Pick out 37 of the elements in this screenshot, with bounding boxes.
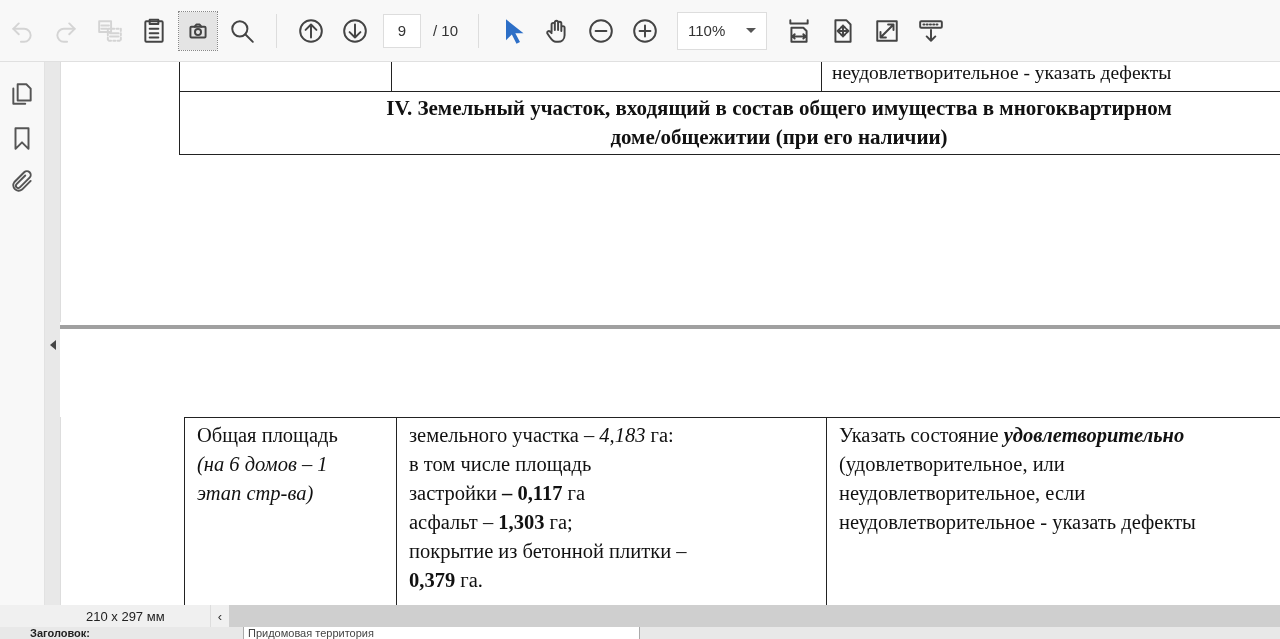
expand-icon [874,17,901,44]
table-cell-text: неудовлетворительное - указать дефекты [832,62,1172,83]
scroll-left-button[interactable]: ‹ [210,605,229,627]
search-icon [229,17,255,44]
zoom-dropdown[interactable]: 110% [677,11,768,50]
section-heading: IV. Земельный участок, входящий в состав общего имущества в многоквартирном [385,95,1173,122]
table-cell-text: асфальт – 1,303 га; [409,510,574,536]
table-cell-text: земельного участка – 4,183 га: [409,423,675,449]
paperclip-icon [9,169,35,195]
table-cell-text: покрытие из бетонной плитки – [409,539,688,565]
documents-icon [97,17,123,44]
table-cell-text: в том числе площадь [409,452,593,478]
title-field[interactable]: Придомовая территория [243,627,640,639]
zoom-out-icon [588,17,615,44]
horizontal-scrollbar[interactable] [229,605,1280,627]
table-cell-text: неудовлетворительное, если [839,481,1087,507]
table-cell-text: застройки – 0,117 га [409,481,587,507]
page-count: / 10 [433,22,459,39]
table-cell-text: Общая площадь [197,423,339,449]
section-heading: доме/общежитии (при его наличии) [609,124,949,151]
camera-button[interactable] [179,11,217,50]
page-size-label: 210 x 297 мм [0,605,210,627]
field-label: Заголовок: [29,627,91,639]
page-number-field[interactable]: 9 [383,13,421,48]
caret-icon [746,28,757,33]
scroll-down-icon [918,17,945,44]
table-cell-text: Указать состояние удовлетворительно [839,423,1186,449]
clipboard-icon [141,17,167,44]
table-cell-note: (на 6 домов – 1 [197,452,329,478]
table-cell-note: этап стр-ва) [197,481,315,507]
table-cell-text: неудовлетворительное - указать дефекты [839,510,1197,536]
table-cell-text: (удовлетворительное, или [839,452,1066,478]
arrow-down-icon [342,17,368,44]
arrow-up-icon [298,17,324,44]
zoom-in-icon [632,17,659,44]
table-cell-text: 0,379 га. [409,568,484,593]
pages-icon [9,81,35,107]
